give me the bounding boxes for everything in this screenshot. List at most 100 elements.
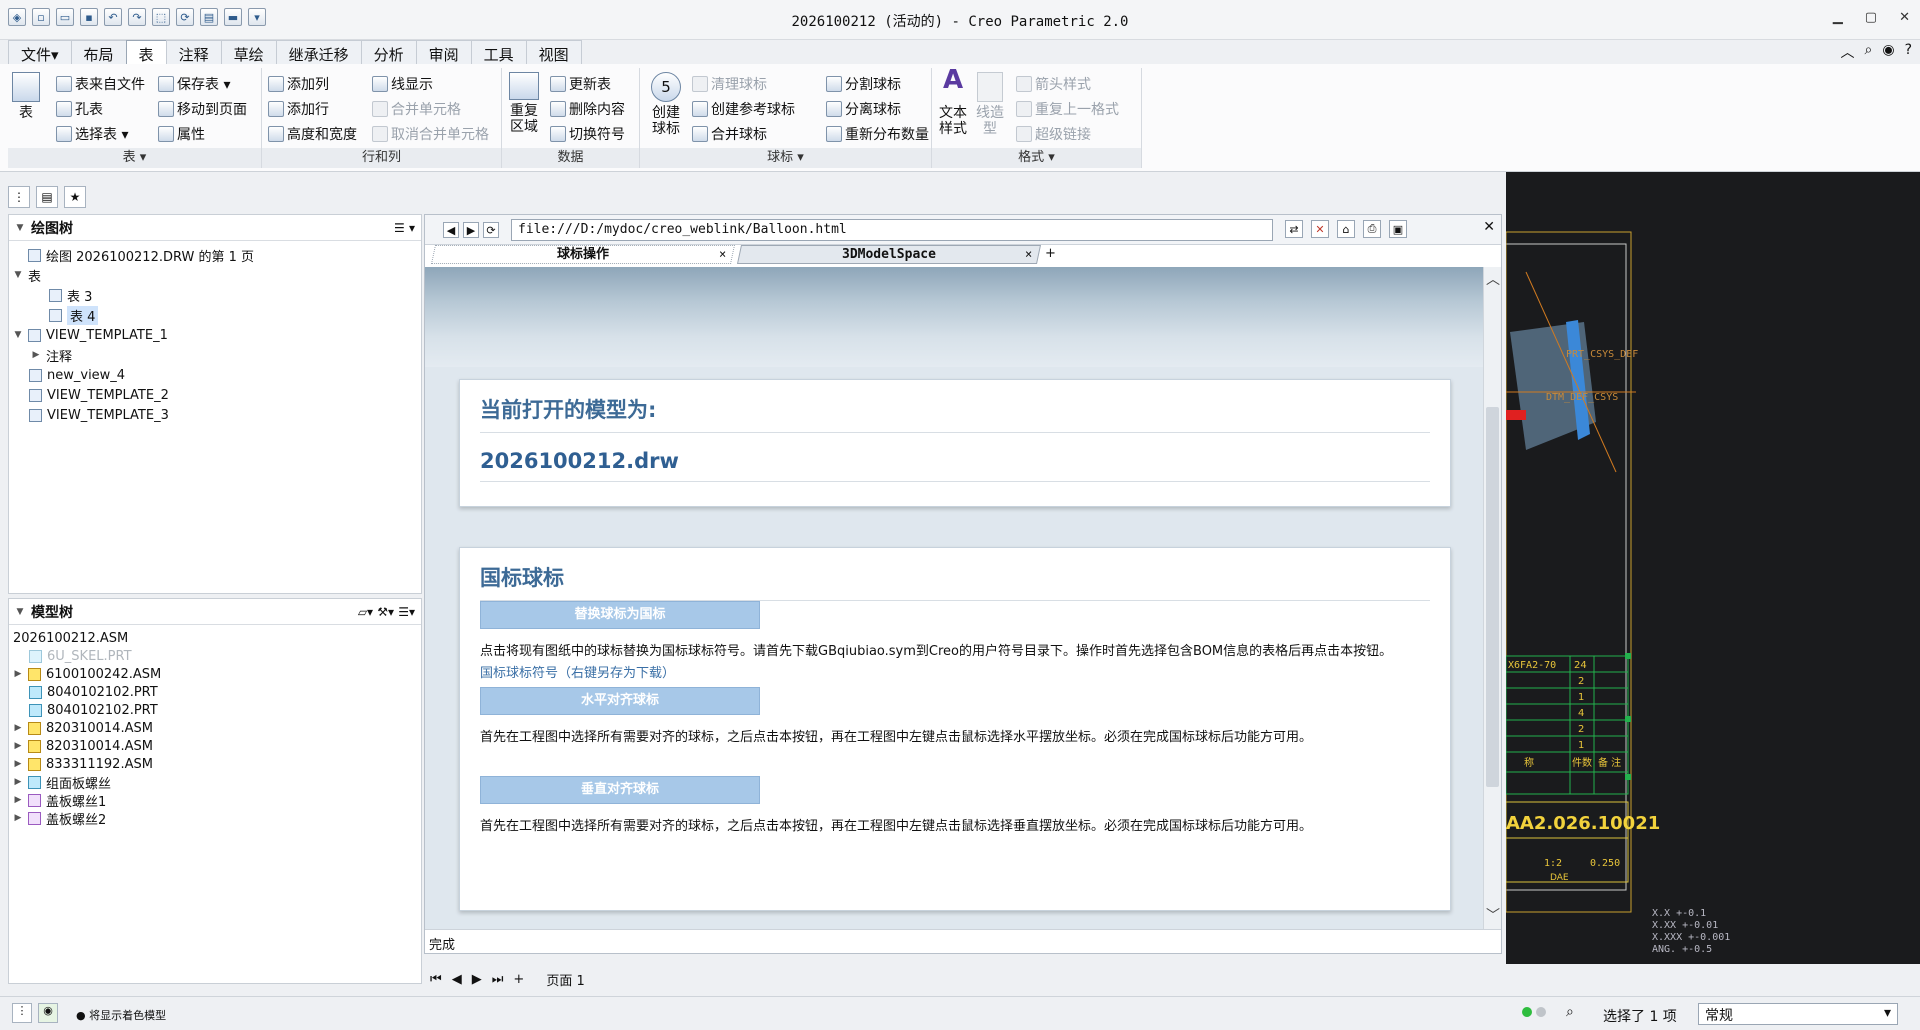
text-style-button[interactable]: A 文本样式 xyxy=(936,67,970,137)
stop-icon[interactable]: ✕ xyxy=(1311,220,1329,238)
height-width-button[interactable]: 高度和宽度 xyxy=(268,124,357,144)
new-tab-icon[interactable]: + xyxy=(1045,245,1056,265)
nav-toggle-icon[interactable]: ⋮ xyxy=(12,1003,32,1023)
find-icon[interactable]: ⌕ xyxy=(1566,1004,1574,1020)
expand-icon[interactable]: ▼ xyxy=(13,270,23,280)
align-vertical-button[interactable]: 垂直对齐球标 xyxy=(480,776,760,804)
tree-item-sheet[interactable]: 绘图 2026100212.DRW 的第 1 页 xyxy=(13,245,417,265)
tab-layout[interactable]: 布局 xyxy=(70,40,127,64)
model-tree-header[interactable]: ▼ 模型树 ▱▾ ⚒▾ ☰▾ xyxy=(9,599,421,625)
help-icon[interactable]: ? xyxy=(1905,42,1912,62)
properties-button[interactable]: 属性 xyxy=(158,124,205,144)
back-icon[interactable]: ◀ xyxy=(443,222,459,238)
save-table-button[interactable]: 保存表 ▾ xyxy=(158,74,230,94)
close-tab-icon[interactable]: × xyxy=(719,246,726,263)
close-tab-icon[interactable]: × xyxy=(1025,246,1032,263)
tree-item-cover-screws-2[interactable]: ▶ 盖板螺丝2 xyxy=(13,809,417,828)
gb-symbol-download-link[interactable]: 国标球标符号（右键另存为下载） xyxy=(480,662,1430,681)
tab-annotate[interactable]: 注释 xyxy=(165,40,222,64)
tab-balloon-ops[interactable]: 球标操作 × xyxy=(430,245,736,264)
tree-item-annotations[interactable]: ▶ 注释 xyxy=(13,345,417,365)
tree-item-root-asm[interactable]: 2026100212.ASM xyxy=(13,629,417,647)
tree-item-asm-4[interactable]: ▶ 833311192.ASM xyxy=(13,755,417,773)
delete-content-button[interactable]: 删除内容 xyxy=(550,99,625,119)
tree-settings-icon[interactable]: ☰ ▾ xyxy=(394,221,415,235)
table-handle[interactable] xyxy=(1625,653,1631,659)
expand-icon[interactable]: ▶ xyxy=(13,795,23,805)
tree-item-prt-2[interactable]: 8040102102.PRT xyxy=(13,701,417,719)
globe-icon[interactable]: ◉ xyxy=(1882,42,1894,62)
print-icon[interactable]: ⎙ xyxy=(1363,220,1381,238)
drawing-canvas[interactable]: PRT_CSYS_DEF DTM_DEF_CSYS X6FA2-70 24 2 … xyxy=(1506,172,1920,964)
tab-table[interactable]: 表 xyxy=(125,40,167,64)
merge-cells-button[interactable]: 合并单元格 xyxy=(372,99,461,119)
merge-balloons-button[interactable]: 合并球标 xyxy=(692,124,767,144)
expand-icon[interactable]: ▶ xyxy=(13,723,23,733)
close-icon[interactable]: ✕ xyxy=(1899,10,1910,25)
scroll-thumb[interactable] xyxy=(1486,407,1499,787)
favorites-icon[interactable]: ★ xyxy=(64,186,86,208)
first-page-icon[interactable]: ⏮ xyxy=(430,972,442,987)
move-to-page-button[interactable]: 移动到页面 xyxy=(158,99,247,119)
tree-item-skel[interactable]: 6U_SKEL.PRT xyxy=(13,647,417,665)
browser-toggle-icon[interactable]: ◉ xyxy=(38,1003,58,1023)
bom-table[interactable] xyxy=(1506,655,1629,795)
select-table-button[interactable]: 选择表 ▾ xyxy=(56,124,128,144)
address-input[interactable]: file:///D:/mydoc/creo_weblink/Balloon.ht… xyxy=(511,219,1273,241)
table-button[interactable]: 表 xyxy=(12,72,40,121)
expand-icon[interactable]: ▶ xyxy=(13,759,23,769)
repeat-last-format-button[interactable]: 重复上一格式 xyxy=(1016,99,1119,119)
next-page-icon[interactable]: ▶ xyxy=(472,972,482,987)
tree-item-asm-3[interactable]: ▶ 820310014.ASM xyxy=(13,737,417,755)
unmerge-cells-button[interactable]: 取消合并单元格 xyxy=(372,124,489,144)
redistribute-qty-button[interactable]: 重新分布数量 xyxy=(826,124,929,144)
scroll-down-icon[interactable]: ﹀ xyxy=(1486,905,1500,925)
tab-file[interactable]: 文件▾ xyxy=(8,40,72,64)
save-page-icon[interactable]: ▣ xyxy=(1389,220,1407,238)
folder-browser-icon[interactable]: ▤ xyxy=(36,186,58,208)
line-style-button[interactable]: 线造型 xyxy=(976,72,1004,137)
forward-icon[interactable]: ▶ xyxy=(463,222,479,238)
replace-balloon-button[interactable]: 替换球标为国标 xyxy=(480,601,760,629)
line-display-button[interactable]: 线显示 xyxy=(372,74,433,94)
expand-icon[interactable]: ▶ xyxy=(13,813,23,823)
tab-tools[interactable]: 工具 xyxy=(470,40,527,64)
table-from-file-button[interactable]: 表来自文件 xyxy=(56,74,145,94)
table-group-label[interactable]: 表 ▾ xyxy=(8,148,261,168)
expand-icon[interactable]: ▼ xyxy=(13,330,23,340)
page-tab[interactable]: 页面 1 xyxy=(546,970,584,989)
tree-item-asm-1[interactable]: ▶ 6100100242.ASM xyxy=(13,665,417,683)
create-ref-balloon-button[interactable]: 创建参考球标 xyxy=(692,99,795,119)
tree-item-cover-screws-1[interactable]: ▶ 盖板螺丝1 xyxy=(13,791,417,810)
format-group-label[interactable]: 格式 ▾ xyxy=(932,148,1141,168)
tree-item-prt-1[interactable]: 8040102102.PRT xyxy=(13,683,417,701)
refresh-icon[interactable]: ⟳ xyxy=(483,222,499,238)
tree-item-asm-2[interactable]: ▶ 820310014.ASM xyxy=(13,719,417,737)
add-column-button[interactable]: 添加列 xyxy=(268,74,329,94)
align-horizontal-button[interactable]: 水平对齐球标 xyxy=(480,687,760,715)
collapse-icon[interactable]: ▼ xyxy=(15,607,25,617)
collapse-ribbon-icon[interactable]: ︿ xyxy=(1841,42,1855,62)
tab-analysis[interactable]: 分析 xyxy=(360,40,417,64)
expand-icon[interactable]: ▶ xyxy=(13,669,23,679)
tree-item-tables[interactable]: ▼ 表 xyxy=(13,265,417,285)
maximize-icon[interactable]: ▢ xyxy=(1865,10,1877,25)
balloon-group-label[interactable]: 球标 ▾ xyxy=(640,148,931,168)
drawing-tree-header[interactable]: ▼ 绘图树 ☰ ▾ xyxy=(9,215,421,241)
tree-item-view-template-3[interactable]: VIEW_TEMPLATE_3 xyxy=(13,405,417,425)
tree-item-panel-screws[interactable]: ▶ 组面板螺丝 xyxy=(13,773,417,792)
table-handle[interactable] xyxy=(1625,774,1631,780)
add-page-icon[interactable]: + xyxy=(513,972,524,987)
expand-icon[interactable]: ▶ xyxy=(13,777,23,787)
update-table-button[interactable]: 更新表 xyxy=(550,74,611,94)
tree-tab-icon[interactable]: ⋮ xyxy=(8,186,30,208)
clean-balloons-button[interactable]: 清理球标 xyxy=(692,74,767,94)
go-icon[interactable]: ⇄ xyxy=(1285,220,1303,238)
detach-balloons-button[interactable]: 分离球标 xyxy=(826,99,901,119)
tab-3d-model-space[interactable]: 3DModelSpace × xyxy=(736,245,1042,264)
tree-item-table3[interactable]: 表 3 xyxy=(13,285,417,305)
create-balloon-button[interactable]: 5 创建球标 xyxy=(646,72,686,137)
repeat-region-button[interactable]: 重复区域 xyxy=(508,72,540,135)
arrow-style-button[interactable]: 箭头样式 xyxy=(1016,74,1091,94)
prev-page-icon[interactable]: ◀ xyxy=(452,972,462,987)
